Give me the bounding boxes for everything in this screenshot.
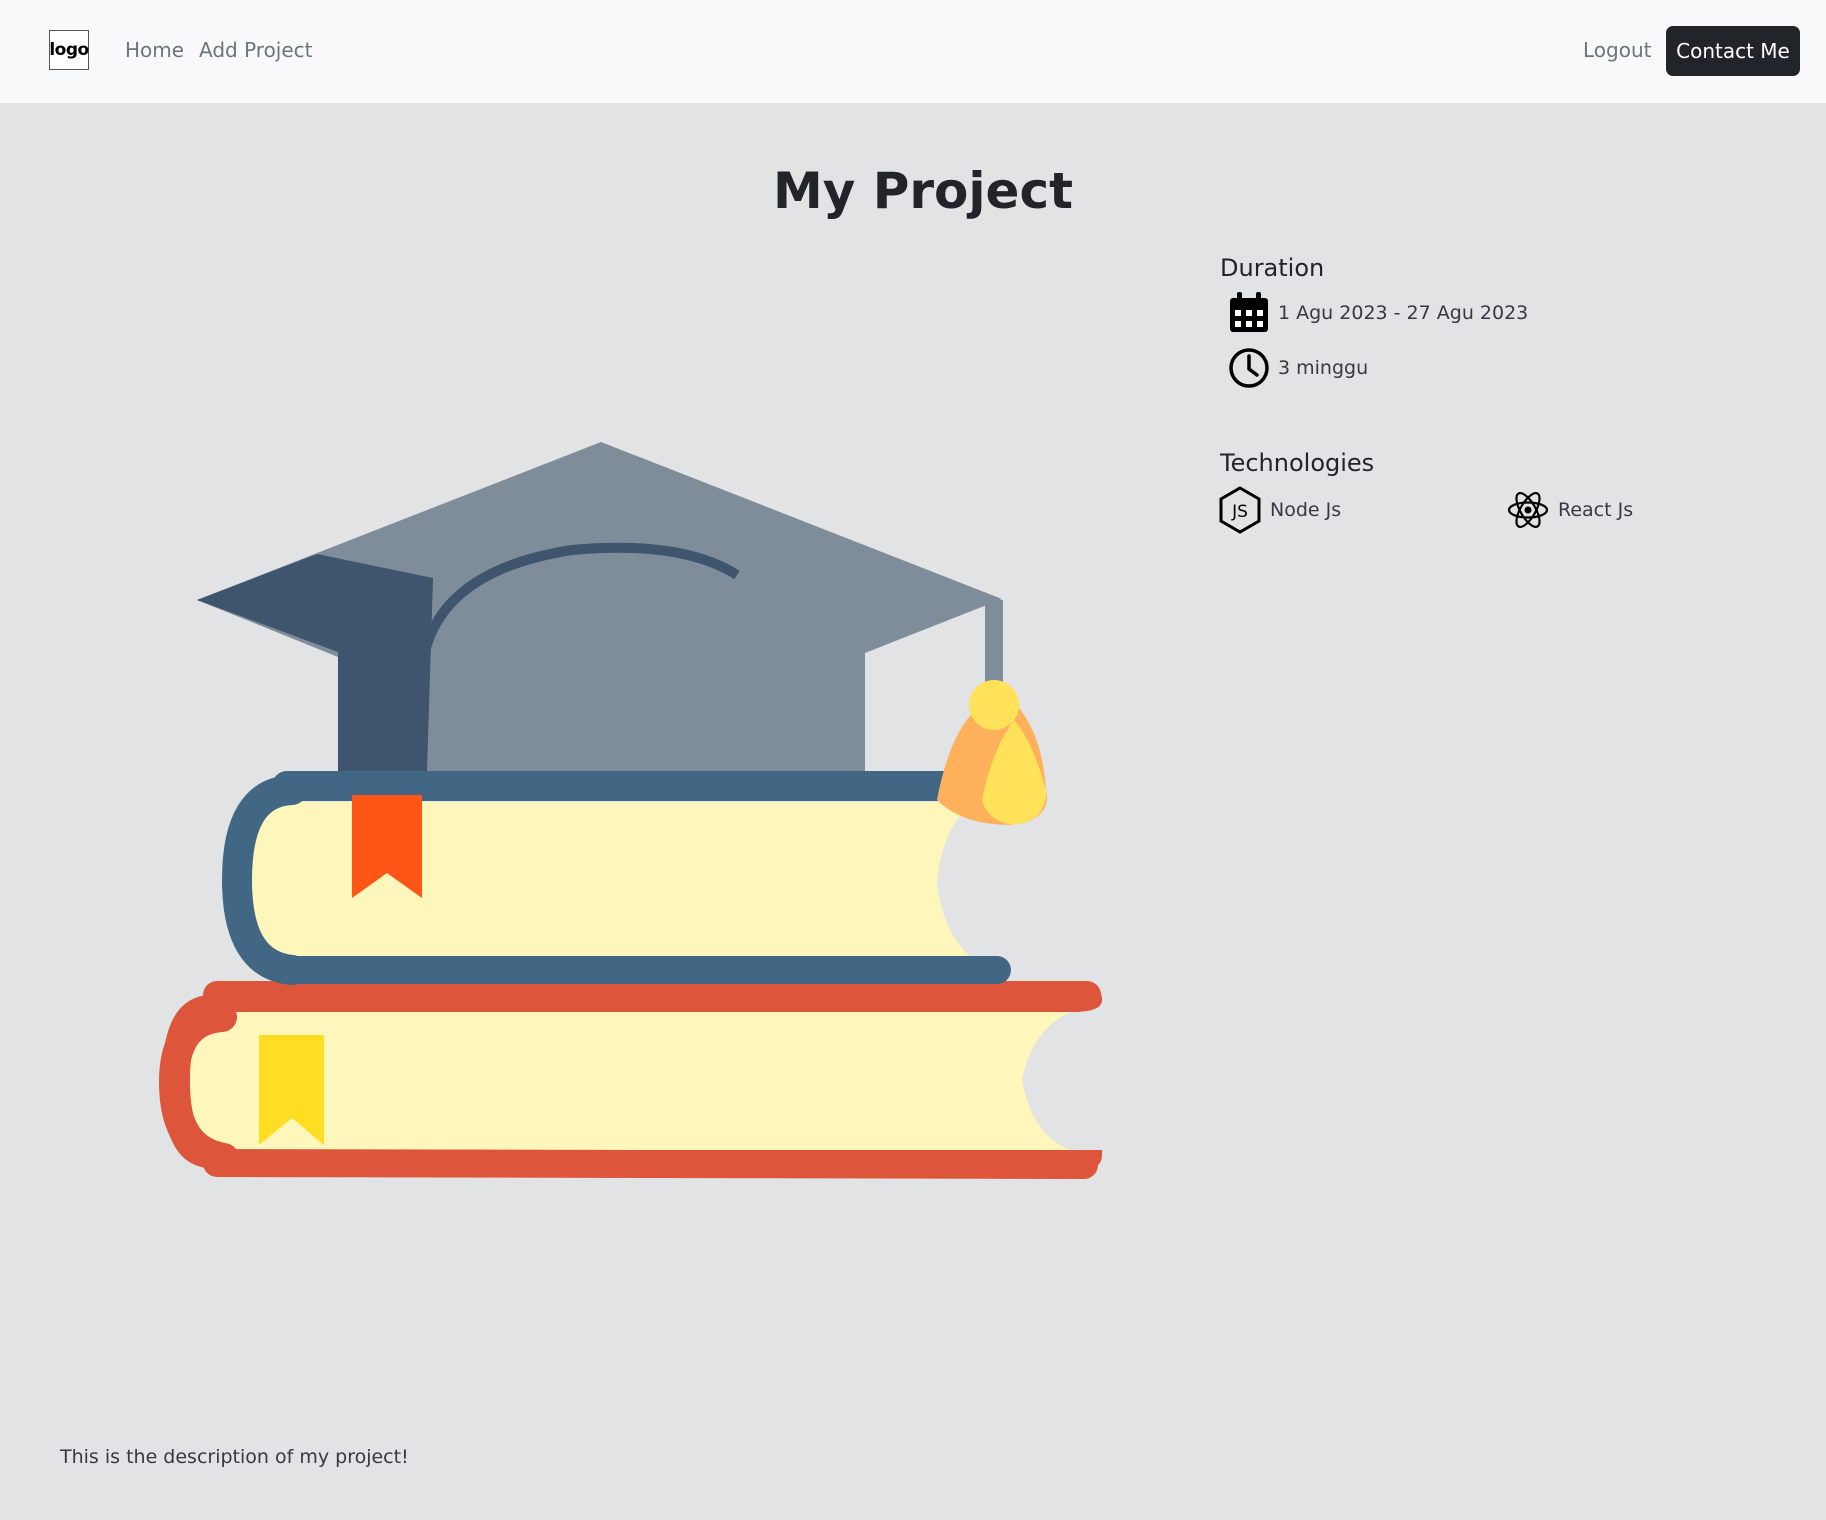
- project-image: [158, 442, 1102, 1179]
- logo[interactable]: logo: [49, 30, 89, 70]
- date-range-row: 1 Agu 2023 - 27 Agu 2023: [1226, 290, 1528, 336]
- svg-text:JS: JS: [1231, 502, 1248, 522]
- react-icon: [1506, 486, 1550, 534]
- clock-icon: [1226, 345, 1272, 391]
- technologies-heading: Technologies: [1220, 449, 1375, 477]
- project-description: This is the description of my project!: [60, 1446, 409, 1468]
- tech-label-nodejs: Node Js: [1270, 499, 1342, 521]
- duration-length-row: 3 minggu: [1226, 345, 1368, 391]
- nodejs-icon: JS: [1218, 486, 1262, 534]
- tech-item-nodejs: JS Node Js: [1218, 486, 1341, 534]
- bottom-book: [158, 981, 1102, 1179]
- duration-length-text: 3 minggu: [1278, 357, 1369, 379]
- top-book: [221, 771, 1011, 985]
- nav-link-home[interactable]: Home: [125, 38, 184, 62]
- contact-me-button[interactable]: Contact Me: [1666, 26, 1800, 76]
- nav-link-add-project[interactable]: Add Project: [199, 38, 313, 62]
- logout-link[interactable]: Logout: [1583, 38, 1651, 62]
- date-range-text: 1 Agu 2023 - 27 Agu 2023: [1278, 302, 1529, 324]
- project-title: My Project: [773, 162, 1073, 220]
- tech-item-reactjs: React Js: [1506, 486, 1633, 534]
- duration-heading: Duration: [1220, 254, 1325, 282]
- calendar-icon: [1226, 290, 1272, 336]
- tech-label-reactjs: React Js: [1558, 499, 1634, 521]
- graduation-cap: [197, 442, 1047, 825]
- navbar: logo Home Add Project Logout Contact Me: [0, 0, 1826, 103]
